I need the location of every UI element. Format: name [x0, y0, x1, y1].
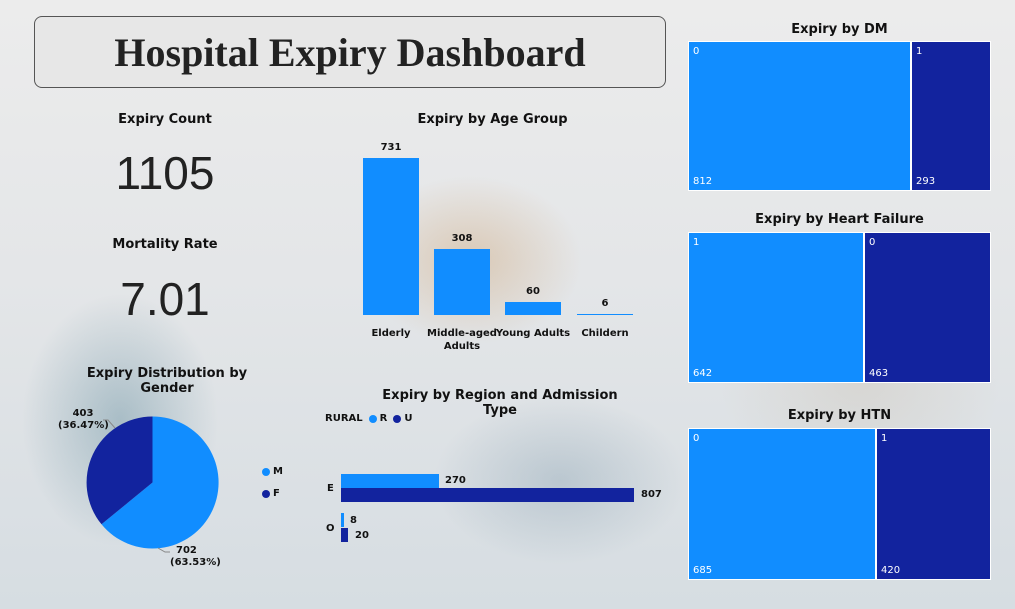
legend-label-m: M [273, 466, 283, 477]
age-bar-value: 6 [601, 298, 609, 309]
legend-item-f[interactable]: F [262, 488, 280, 499]
dm-tile-a[interactable]: 0 812 [688, 41, 911, 191]
bar-o-u-label: 20 [355, 530, 369, 541]
legend-label-u: U [404, 413, 413, 424]
region-category-o: O [326, 523, 335, 534]
dashboard-title-box: Hospital Expiry Dashboard [34, 16, 666, 88]
age-bar-category: Childern [581, 328, 629, 339]
bar-o-r[interactable] [341, 513, 344, 527]
legend-item-m[interactable]: M [262, 466, 283, 477]
bar-o-r-label: 8 [350, 515, 357, 526]
dm-tile-b-value: 293 [916, 176, 936, 187]
bar-e-u-label: 807 [641, 489, 662, 500]
bar-e-u[interactable] [341, 488, 634, 502]
age-chart: 731 Elderly 308 Middle-aged Adults 60 Young A… [355, 135, 645, 360]
age-bar-value: 731 [380, 142, 402, 153]
legend-item-r[interactable]: R [368, 413, 388, 424]
htn-tile-b-value: 420 [881, 565, 901, 576]
hf-chart-title: Expiry by Heart Failure [755, 212, 924, 227]
hf-tile-b[interactable]: 0 463 [864, 232, 991, 383]
age-bar[interactable] [505, 302, 561, 315]
pie-label-f-value: 403 [72, 408, 94, 419]
legend-dot-f [262, 489, 270, 498]
legend-dot-u [393, 414, 402, 423]
dm-tile-a-key: 0 [693, 46, 700, 57]
dm-tile-a-value: 812 [693, 176, 713, 187]
region-category-e: E [327, 483, 334, 494]
hf-tile-a-key: 1 [693, 237, 700, 248]
dm-tile-b[interactable]: 1 293 [911, 41, 991, 191]
age-bar[interactable] [363, 158, 419, 315]
legend-label-r: R [379, 413, 388, 424]
expiry-count-value: 1105 [115, 147, 215, 199]
dashboard-title: Hospital Expiry Dashboard [114, 29, 586, 75]
legend-label-f: F [273, 488, 280, 499]
age-chart-title: Expiry by Age Group [417, 112, 568, 127]
bar-e-r-label: 270 [445, 475, 466, 486]
hf-tile-a[interactable]: 1 642 [688, 232, 864, 383]
age-bar-category: Elderly [371, 328, 411, 339]
mortality-rate-label: Mortality Rate [112, 237, 218, 252]
legend-item-u[interactable]: U [393, 413, 412, 424]
age-bar-category: Middle-aged Adults [427, 328, 497, 352]
age-bar-value: 308 [451, 233, 473, 244]
age-bar-category: Young Adults [495, 328, 571, 339]
pie-label-f-pct: (36.47%) [58, 420, 109, 431]
legend-dot-m [262, 467, 270, 476]
age-bar[interactable] [434, 249, 490, 315]
htn-tile-a-key: 0 [693, 433, 700, 444]
hf-tile-b-value: 463 [869, 368, 889, 379]
region-legend: RURAL R U [325, 413, 412, 424]
bar-o-u[interactable] [341, 528, 348, 542]
pie-label-m-pct: (63.53%) [170, 557, 221, 568]
pie-label-f: 403 (36.47%) [58, 408, 109, 432]
htn-tile-a-value: 685 [693, 565, 713, 576]
age-bar[interactable] [577, 314, 633, 315]
hf-tile-b-key: 0 [869, 237, 876, 248]
dm-tile-b-key: 1 [916, 46, 923, 57]
expiry-count-label: Expiry Count [118, 112, 212, 127]
region-legend-title: RURAL [325, 413, 363, 424]
bar-e-r[interactable] [341, 474, 439, 488]
legend-dot-r [368, 414, 377, 423]
pie-label-m: 702 (63.53%) [170, 545, 230, 569]
mortality-rate-value: 7.01 [120, 273, 210, 325]
dm-chart-title: Expiry by DM [791, 22, 888, 37]
pie-label-m-value: 702 [176, 545, 197, 556]
gender-chart-title: Expiry Distribution by Gender [86, 366, 248, 396]
age-bar-value: 60 [526, 286, 540, 297]
htn-chart-title: Expiry by HTN [787, 408, 892, 423]
htn-tile-a[interactable]: 0 685 [688, 428, 876, 580]
hf-tile-a-value: 642 [693, 368, 713, 379]
htn-tile-b-key: 1 [881, 433, 888, 444]
htn-tile-b[interactable]: 1 420 [876, 428, 991, 580]
